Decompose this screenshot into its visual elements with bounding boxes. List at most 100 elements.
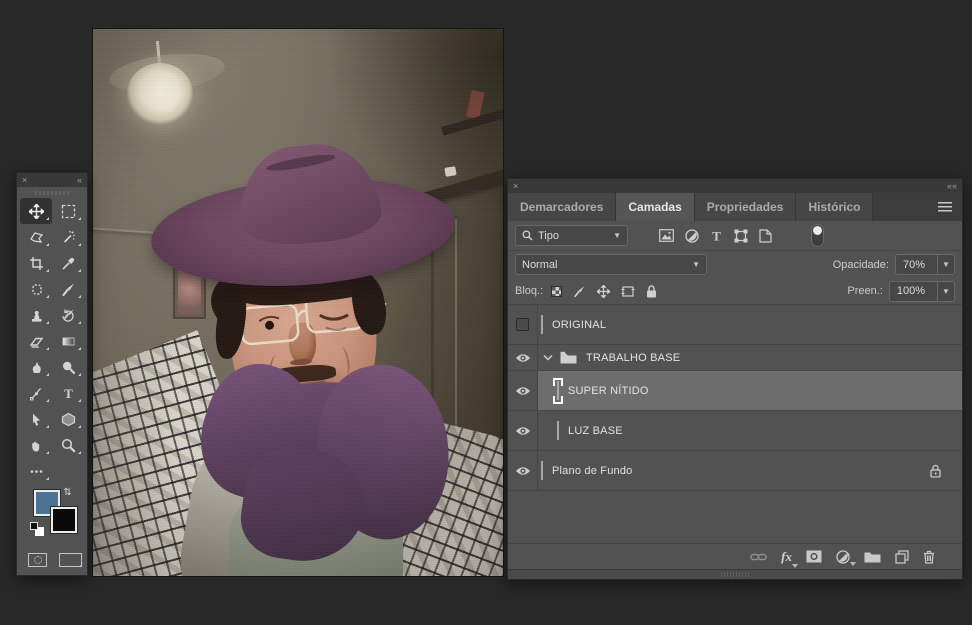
filter-smart-objects-icon[interactable] bbox=[759, 229, 772, 243]
layer-name[interactable]: LUZ BASE bbox=[568, 425, 623, 437]
layer-row-original[interactable]: ORIGINAL bbox=[508, 305, 962, 345]
layer-visibility-toggle[interactable] bbox=[508, 411, 538, 450]
filter-type-layers-icon[interactable]: T bbox=[710, 229, 723, 242]
blend-mode-dropdown[interactable]: Normal ▼ bbox=[515, 254, 707, 275]
tab-historico[interactable]: Histórico bbox=[796, 193, 873, 221]
eye-icon[interactable] bbox=[515, 386, 531, 396]
default-colors-icon[interactable] bbox=[30, 522, 44, 536]
new-group-icon[interactable] bbox=[864, 550, 881, 563]
lock-all-icon[interactable] bbox=[646, 285, 657, 298]
panel-drag-grip[interactable] bbox=[17, 187, 87, 198]
tool-magic-wand[interactable] bbox=[52, 224, 84, 250]
layer-thumbnail[interactable] bbox=[557, 422, 559, 440]
tool-healing-patch[interactable] bbox=[20, 276, 52, 302]
chevron-down-icon[interactable]: ▼ bbox=[937, 282, 954, 301]
tool-dodge[interactable] bbox=[52, 354, 84, 380]
tool-pen[interactable] bbox=[20, 380, 52, 406]
tab-camadas[interactable]: Camadas bbox=[616, 193, 694, 221]
layer-row-super-nitido[interactable]: SUPER NÍTIDO bbox=[508, 371, 962, 411]
tool-zoom[interactable] bbox=[52, 432, 84, 458]
lock-options-bar: Bloq.: Preen.: 100% ▼ bbox=[508, 278, 962, 305]
blend-mode-value: Normal bbox=[522, 259, 557, 271]
lock-pixels-icon[interactable] bbox=[573, 285, 586, 298]
swap-colors-icon[interactable]: ⇄ bbox=[62, 487, 73, 495]
toolbar-bottom bbox=[17, 550, 87, 574]
tool-hand[interactable] bbox=[20, 432, 52, 458]
opacity-dropdown[interactable]: 70% ▼ bbox=[895, 254, 955, 275]
layer-name[interactable]: TRABALHO BASE bbox=[586, 352, 680, 364]
chevron-expand-icon[interactable] bbox=[543, 354, 553, 361]
layer-thumbnail[interactable] bbox=[541, 316, 543, 334]
tools-panel-header: × « bbox=[17, 173, 87, 187]
filter-shape-layers-icon[interactable] bbox=[734, 229, 748, 243]
layer-row-plano-de-fundo[interactable]: Plano de Fundo bbox=[508, 451, 962, 491]
eye-icon[interactable] bbox=[515, 426, 531, 436]
background-color-swatch[interactable] bbox=[51, 507, 77, 533]
new-layer-icon[interactable] bbox=[895, 550, 909, 564]
link-layers-icon[interactable] bbox=[750, 552, 767, 562]
layer-style-fx-icon[interactable]: fx bbox=[781, 549, 792, 564]
tool-shape[interactable] bbox=[52, 406, 84, 432]
opacity-value[interactable]: 70% bbox=[896, 259, 932, 271]
collapse-panel-icon[interactable]: «« bbox=[947, 181, 957, 191]
eye-icon[interactable] bbox=[515, 353, 531, 363]
screen-mode-button[interactable] bbox=[59, 553, 82, 567]
tool-gradient[interactable] bbox=[52, 328, 84, 354]
tool-path-selection[interactable] bbox=[20, 406, 52, 432]
tools-panel: × « bbox=[16, 172, 88, 576]
tool-rectangular-marquee[interactable] bbox=[52, 198, 84, 224]
close-icon[interactable]: × bbox=[22, 175, 27, 185]
layer-name[interactable]: ORIGINAL bbox=[552, 319, 606, 331]
tab-propriedades[interactable]: Propriedades bbox=[695, 193, 797, 221]
filter-pixel-layers-icon[interactable] bbox=[659, 229, 674, 242]
folder-icon bbox=[560, 351, 577, 364]
layer-thumbnail[interactable] bbox=[541, 462, 543, 480]
delete-layer-icon[interactable] bbox=[923, 550, 935, 564]
tool-type[interactable]: T bbox=[52, 380, 84, 406]
layer-visibility-toggle[interactable] bbox=[508, 371, 538, 410]
tool-more-tools[interactable] bbox=[20, 458, 52, 484]
layer-row-group-trabalho-base[interactable]: TRABALHO BASE bbox=[508, 345, 962, 371]
tool-eraser[interactable] bbox=[20, 328, 52, 354]
eye-icon[interactable] bbox=[515, 466, 531, 476]
tool-move[interactable] bbox=[20, 198, 52, 224]
close-icon[interactable]: × bbox=[513, 181, 518, 191]
layer-visibility-toggle[interactable] bbox=[508, 451, 538, 490]
quick-mask-button[interactable] bbox=[28, 553, 47, 567]
filter-toggle-switch[interactable] bbox=[811, 224, 824, 247]
layer-thumbnail[interactable] bbox=[557, 382, 559, 400]
add-layer-mask-icon[interactable] bbox=[806, 550, 822, 563]
layer-name[interactable]: SUPER NÍTIDO bbox=[568, 385, 649, 397]
layer-visibility-toggle[interactable] bbox=[508, 345, 538, 370]
panel-tabs: Demarcadores Camadas Propriedades Histór… bbox=[508, 193, 962, 221]
film-grain bbox=[93, 29, 503, 576]
filter-adjustment-layers-icon[interactable] bbox=[685, 229, 699, 243]
visibility-empty-well[interactable] bbox=[516, 318, 529, 331]
chevron-down-icon[interactable]: ▼ bbox=[937, 255, 954, 274]
tool-eyedropper[interactable] bbox=[52, 250, 84, 276]
document-canvas[interactable] bbox=[92, 28, 504, 577]
lock-artboard-icon[interactable] bbox=[621, 285, 635, 298]
tool-history-brush[interactable] bbox=[52, 302, 84, 328]
panel-resize-grip[interactable] bbox=[508, 569, 962, 579]
layer-row-luz-base[interactable]: LUZ BASE bbox=[508, 411, 962, 451]
new-adjustment-layer-icon[interactable] bbox=[836, 550, 850, 564]
tool-smudge[interactable] bbox=[20, 354, 52, 380]
fill-dropdown[interactable]: 100% ▼ bbox=[889, 281, 955, 302]
lock-icons bbox=[551, 285, 657, 298]
tool-crop[interactable] bbox=[20, 250, 52, 276]
lock-transparency-icon[interactable] bbox=[551, 286, 562, 297]
blend-options-bar: Normal ▼ Opacidade: 70% ▼ bbox=[508, 251, 962, 278]
collapse-panel-icon[interactable]: « bbox=[77, 175, 82, 185]
tool-lasso[interactable] bbox=[20, 224, 52, 250]
tool-brush[interactable] bbox=[52, 276, 84, 302]
filter-kind-dropdown[interactable]: Tipo ▼ bbox=[515, 225, 628, 246]
layer-name[interactable]: Plano de Fundo bbox=[552, 465, 632, 477]
tab-demarcadores[interactable]: Demarcadores bbox=[508, 193, 616, 221]
svg-text:T: T bbox=[64, 386, 73, 401]
layer-visibility-toggle[interactable] bbox=[508, 305, 538, 344]
tool-clone-stamp[interactable] bbox=[20, 302, 52, 328]
fill-value[interactable]: 100% bbox=[890, 285, 932, 297]
panel-menu-icon[interactable] bbox=[938, 202, 952, 212]
lock-position-icon[interactable] bbox=[597, 285, 610, 298]
